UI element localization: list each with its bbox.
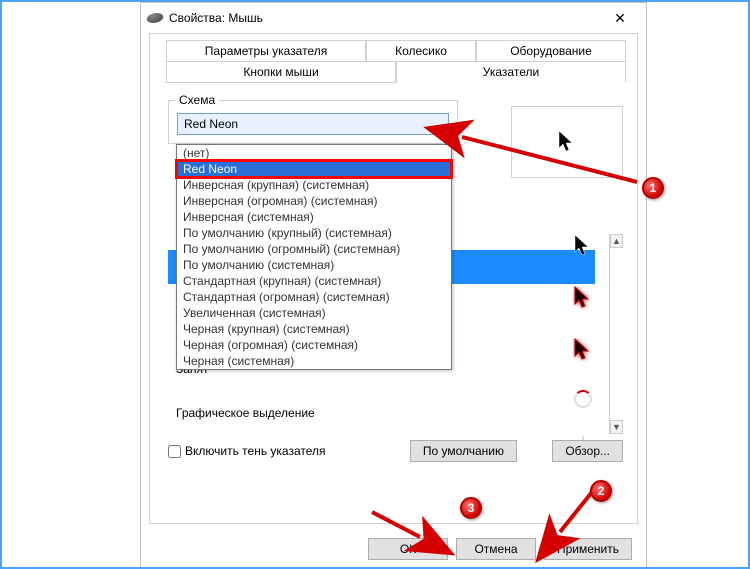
close-button[interactable]: ✕ xyxy=(600,10,640,27)
tab-buttons[interactable]: Кнопки мыши xyxy=(166,61,396,83)
mouse-icon xyxy=(145,13,165,23)
callout-1: 1 xyxy=(642,177,664,199)
scheme-option[interactable]: Черная (огромная) (системная) xyxy=(177,337,451,353)
tab-wheel[interactable]: Колесико xyxy=(366,40,476,62)
callout-3: 3 xyxy=(460,497,482,519)
tab-pointers[interactable]: Указатели xyxy=(396,61,626,83)
scheme-option-selected[interactable]: Red Neon xyxy=(177,161,451,177)
scheme-option[interactable]: Увеличенная (системная) xyxy=(177,305,451,321)
tab-strip: Параметры указателя Колесико Оборудовани… xyxy=(156,40,631,84)
label-graphic-selection: Графическое выделение xyxy=(176,406,315,420)
scheme-option[interactable]: По умолчанию (огромный) (системная) xyxy=(177,241,451,257)
cursor-preview-icon xyxy=(557,130,577,154)
defaults-button[interactable]: По умолчанию xyxy=(410,440,517,462)
enable-shadow-checkbox[interactable] xyxy=(168,445,181,458)
enable-shadow-label: Включить тень указателя xyxy=(185,444,326,458)
scheme-option[interactable]: По умолчанию (крупный) (системная) xyxy=(177,225,451,241)
cursor-busy-icon xyxy=(574,390,592,408)
window-title: Свойства: Мышь xyxy=(169,11,600,25)
tab-hardware[interactable]: Оборудование xyxy=(476,40,626,62)
cancel-button[interactable]: Отмена xyxy=(456,538,536,560)
mouse-properties-window: Свойства: Мышь ✕ Параметры указателя Кол… xyxy=(140,2,647,569)
enable-shadow-row: Включить тень указателя xyxy=(168,444,326,458)
scheme-dropdown-list[interactable]: (нет) Red Neon Инверсная (крупная) (сист… xyxy=(176,144,452,370)
dialog-body: Параметры указателя Колесико Оборудовани… xyxy=(149,33,638,524)
scheme-group: Схема Red Neon ⌄ xyxy=(168,100,458,144)
scheme-option[interactable]: Черная (системная) xyxy=(177,353,451,369)
scheme-option[interactable]: Стандартная (огромная) (системная) xyxy=(177,289,451,305)
cursor-list-scrollbar[interactable]: ▲ ▼ xyxy=(609,234,623,434)
scroll-up-icon[interactable]: ▲ xyxy=(610,234,623,248)
scheme-combobox[interactable]: Red Neon ⌄ xyxy=(177,113,449,135)
cursor-arrow-red-icon xyxy=(573,338,593,362)
screenshot-frame: Свойства: Мышь ✕ Параметры указателя Кол… xyxy=(0,0,750,569)
callout-number: 1 xyxy=(642,177,664,199)
tab-pointer-options[interactable]: Параметры указателя xyxy=(166,40,366,62)
browse-button[interactable]: Обзор... xyxy=(552,440,623,462)
scheme-option[interactable]: Инверсная (системная) xyxy=(177,209,451,225)
scheme-option[interactable]: Инверсная (крупная) (системная) xyxy=(177,177,451,193)
scheme-option[interactable]: (нет) xyxy=(177,145,451,161)
callout-number: 3 xyxy=(460,497,482,519)
cursor-arrow-red-icon xyxy=(573,286,593,310)
scheme-option[interactable]: Инверсная (огромная) (системная) xyxy=(177,193,451,209)
cursor-preview-box xyxy=(511,106,623,178)
scheme-legend: Схема xyxy=(175,93,219,107)
apply-button[interactable]: Применить xyxy=(544,538,632,560)
cursor-arrow-icon xyxy=(573,234,593,258)
scheme-option[interactable]: По умолчанию (системная) xyxy=(177,257,451,273)
scroll-down-icon[interactable]: ▼ xyxy=(610,420,623,434)
scheme-option[interactable]: Черная (крупная) (системная) xyxy=(177,321,451,337)
cursor-list-previews xyxy=(569,234,597,452)
dialog-button-row: ОК Отмена Применить xyxy=(368,538,632,560)
ok-button[interactable]: ОК xyxy=(368,538,448,560)
callout-number: 2 xyxy=(590,480,612,502)
scheme-selected-value: Red Neon xyxy=(178,117,430,131)
title-bar: Свойства: Мышь ✕ xyxy=(141,3,646,33)
callout-2: 2 xyxy=(590,480,612,502)
chevron-down-icon: ⌄ xyxy=(430,117,448,131)
scheme-option[interactable]: Стандартная (крупная) (системная) xyxy=(177,273,451,289)
